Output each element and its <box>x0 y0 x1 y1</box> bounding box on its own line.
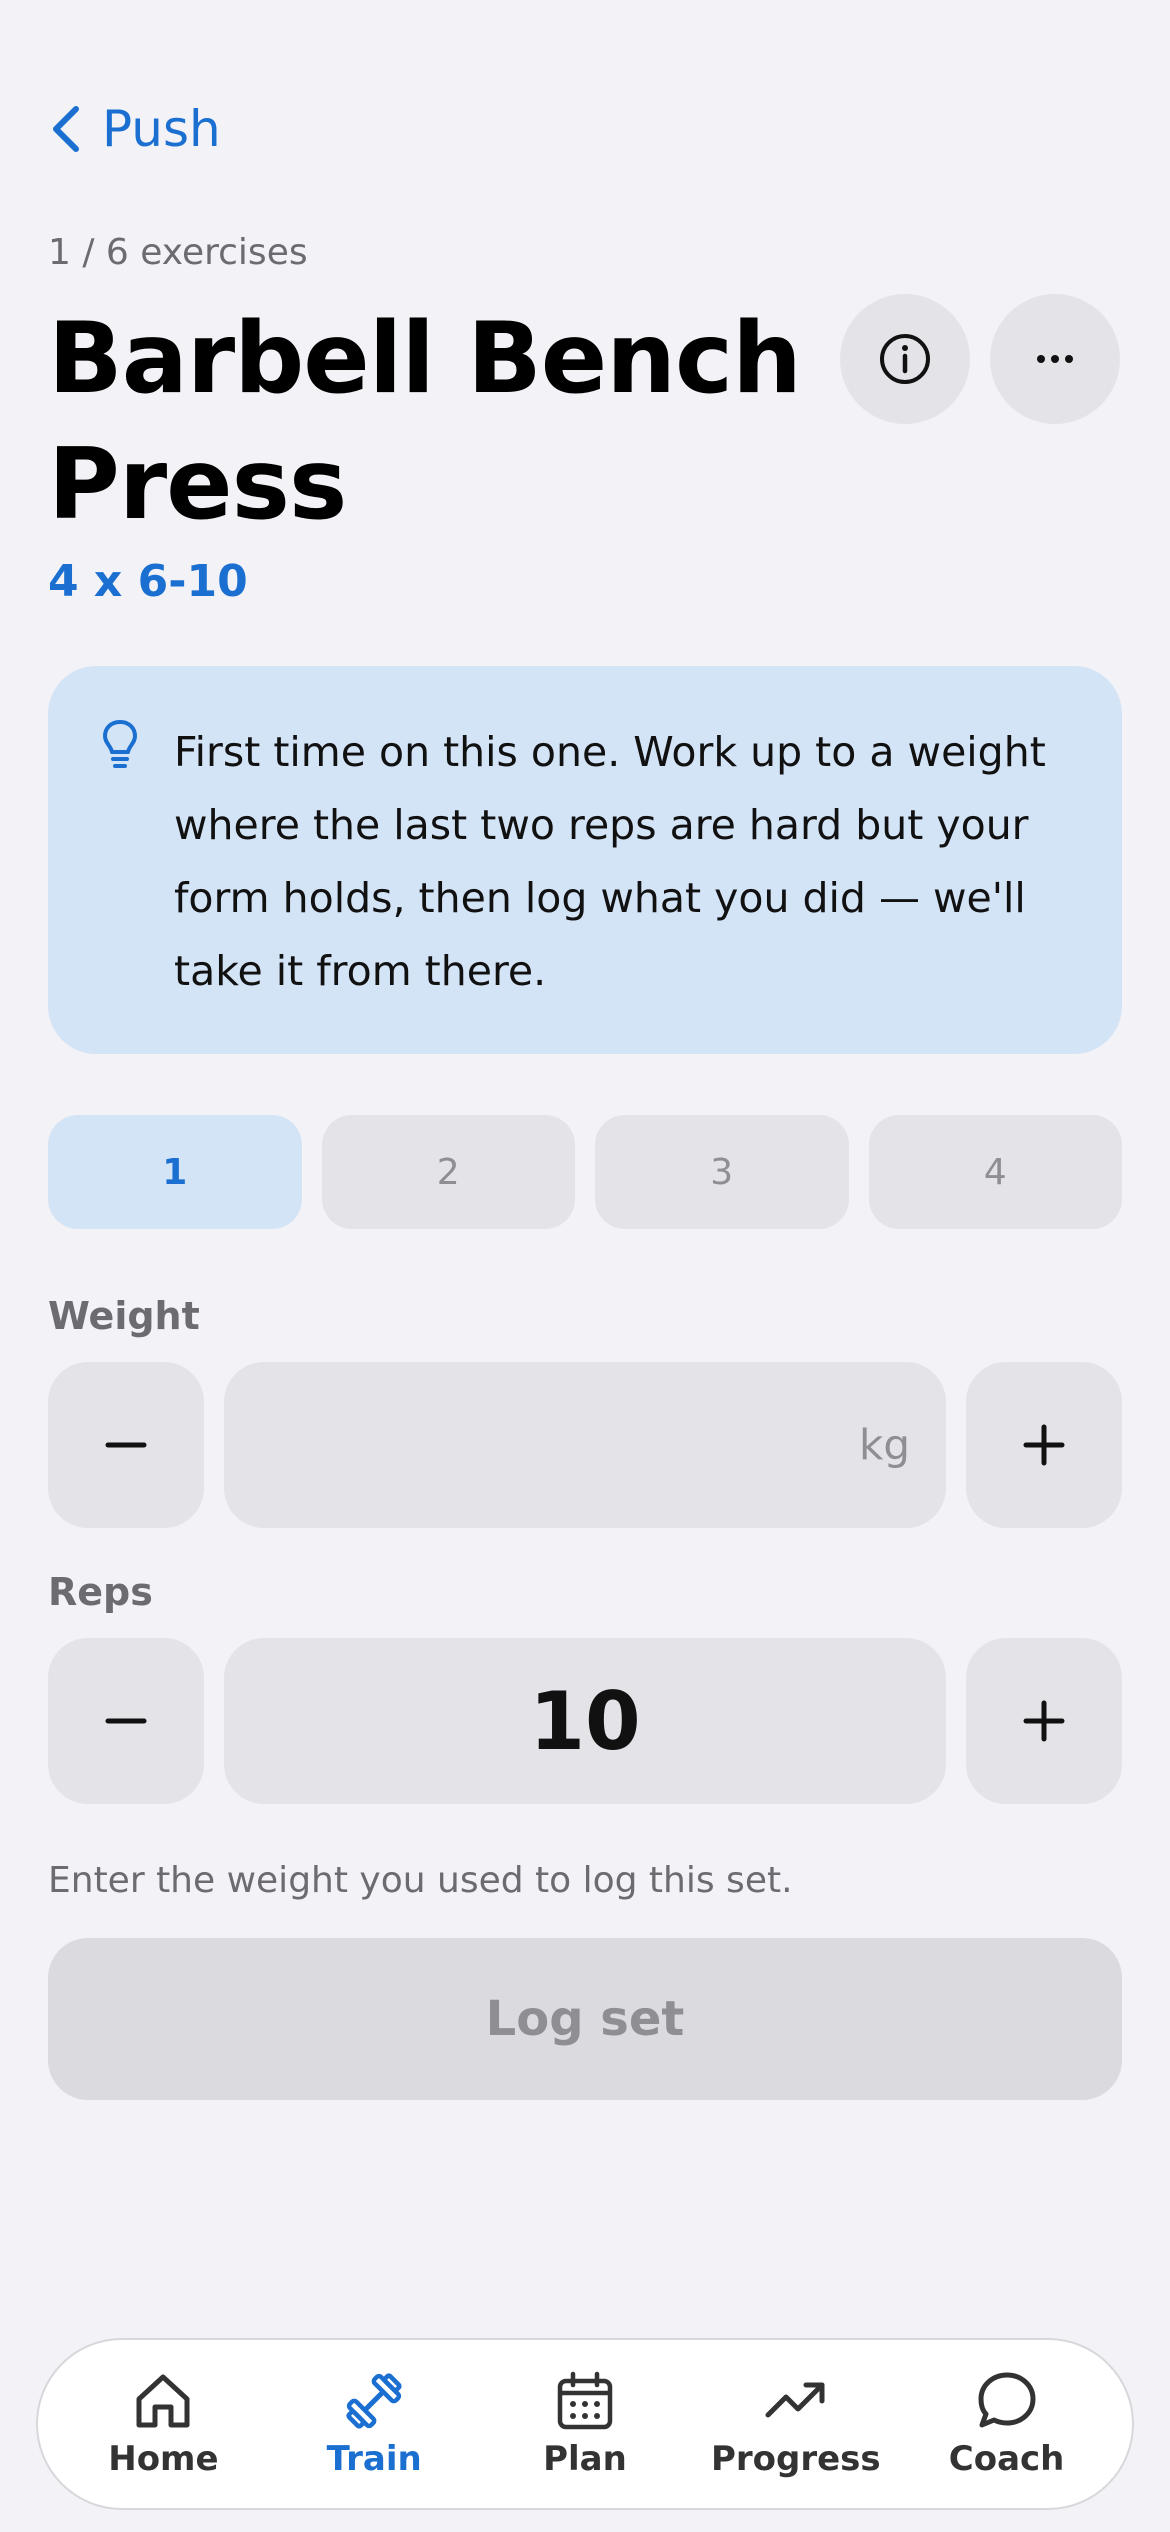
tab-plan-label: Plan <box>543 2439 627 2479</box>
weight-unit: kg <box>859 1420 910 1470</box>
more-options-button[interactable] <box>990 294 1120 424</box>
sets-reps-target: 4 x 6-10 <box>48 556 248 607</box>
weight-increment-button[interactable] <box>966 1362 1122 1528</box>
reps-increment-button[interactable] <box>966 1638 1122 1804</box>
helper-text: Enter the weight you used to log this se… <box>48 1860 793 1901</box>
reps-decrement-button[interactable] <box>48 1638 204 1804</box>
reps-label: Reps <box>48 1570 153 1614</box>
weight-input[interactable] <box>224 1361 946 1529</box>
tab-coach[interactable]: Coach <box>907 2369 1107 2479</box>
tab-train-label: Train <box>326 2439 422 2479</box>
set-selector: 1 2 3 4 <box>48 1115 1122 1229</box>
more-horizontal-icon <box>1037 355 1073 363</box>
plus-icon <box>1023 1700 1065 1742</box>
tab-plan[interactable]: Plan <box>485 2369 685 2479</box>
set-tab-1[interactable]: 1 <box>48 1115 302 1229</box>
info-button[interactable] <box>840 294 970 424</box>
lightbulb-icon <box>103 720 137 768</box>
tab-bar: Home Train Plan Progress Coach <box>36 2338 1134 2510</box>
dumbbell-icon <box>346 2373 402 2429</box>
trending-up-icon <box>765 2382 825 2418</box>
set-tab-2[interactable]: 2 <box>321 1115 575 1229</box>
weight-stepper: kg <box>48 1361 1122 1529</box>
chevron-left-icon <box>53 106 79 152</box>
exercise-counter: 1 / 6 exercises <box>48 232 308 273</box>
back-button[interactable]: Push <box>48 100 221 158</box>
coach-tip-card: First time on this one. Work up to a wei… <box>48 666 1122 1054</box>
reps-stepper <box>48 1637 1122 1805</box>
weight-field[interactable]: kg <box>224 1361 946 1529</box>
tab-coach-label: Coach <box>948 2439 1065 2479</box>
back-label: Push <box>102 100 221 158</box>
log-set-button[interactable]: Log set <box>48 1938 1122 2100</box>
calendar-icon <box>557 2371 613 2430</box>
chat-bubble-icon <box>978 2372 1036 2428</box>
minus-icon <box>105 1442 147 1448</box>
exercise-screen: Push 1 / 6 exercises Barbell Bench Press… <box>0 0 1170 2532</box>
tab-progress-label: Progress <box>710 2439 881 2479</box>
weight-label: Weight <box>48 1294 200 1338</box>
tip-text: First time on this one. Work up to a wei… <box>174 728 1046 995</box>
tab-home[interactable]: Home <box>63 2369 263 2479</box>
weight-decrement-button[interactable] <box>48 1362 204 1528</box>
tab-train[interactable]: Train <box>274 2369 474 2479</box>
info-icon <box>880 334 930 384</box>
set-tab-4[interactable]: 4 <box>868 1115 1122 1229</box>
minus-icon <box>105 1718 147 1724</box>
home-icon <box>136 2374 190 2428</box>
plus-icon <box>1023 1424 1065 1466</box>
tab-progress[interactable]: Progress <box>696 2369 896 2479</box>
tab-home-label: Home <box>108 2439 219 2479</box>
page-title: Barbell Bench Press <box>48 302 802 542</box>
set-tab-3[interactable]: 3 <box>595 1115 849 1229</box>
reps-field[interactable] <box>224 1637 946 1805</box>
reps-input[interactable] <box>224 1637 946 1805</box>
